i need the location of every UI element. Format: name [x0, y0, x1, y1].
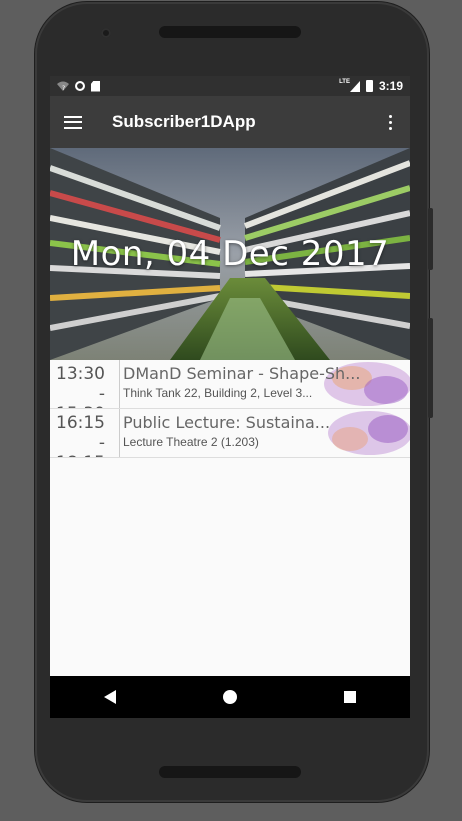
- home-icon[interactable]: [222, 690, 237, 704]
- screen: ? LTE 3:19 Subscriber1DApp Mon, 04 Dec 2…: [50, 76, 410, 718]
- svg-text:?: ?: [62, 85, 65, 91]
- event-title: DManD Seminar - Shape-Sh...: [123, 364, 361, 383]
- event-end-time: - 15:30: [56, 384, 105, 408]
- nav-bar: [50, 676, 410, 718]
- power-button: [428, 208, 433, 270]
- event-end-time: - 18:15: [56, 433, 105, 457]
- status-time: 3:19: [378, 79, 403, 93]
- event-start-time: 13:30: [56, 364, 105, 384]
- event-info: DManD Seminar - Shape-Sh... Think Tank 2…: [120, 360, 410, 408]
- event-time: 13:30 - 15:30: [50, 360, 120, 408]
- volume-button: [428, 318, 433, 418]
- hamburger-menu-icon[interactable]: [64, 115, 82, 129]
- overflow-menu-icon[interactable]: [384, 114, 396, 130]
- bottom-speaker: [159, 766, 301, 778]
- event-row[interactable]: 13:30 - 15:30 DManD Seminar - Shape-Sh..…: [50, 360, 410, 409]
- back-icon[interactable]: [103, 690, 116, 704]
- front-camera: [101, 28, 111, 38]
- event-time: 16:15 - 18:15: [50, 409, 120, 457]
- event-title: Public Lecture: Sustaina...: [123, 413, 331, 432]
- event-location: Think Tank 22, Building 2, Level 3...: [123, 386, 313, 400]
- event-location: Lecture Theatre 2 (1.203): [123, 435, 259, 449]
- recents-icon[interactable]: [344, 691, 357, 703]
- event-start-time: 16:15: [56, 413, 105, 433]
- signal-icon: [349, 80, 360, 92]
- battery-icon: [365, 80, 373, 92]
- notification-dot-icon: [75, 81, 85, 91]
- selected-date[interactable]: Mon, 04 Dec 2017: [50, 234, 410, 274]
- network-type: LTE: [339, 79, 350, 85]
- wifi-unknown-icon: ?: [57, 81, 69, 91]
- header-image: Mon, 04 Dec 2017: [50, 148, 410, 360]
- sd-card-icon: [91, 80, 100, 92]
- earpiece-speaker: [159, 26, 301, 38]
- status-bar: ? LTE 3:19: [50, 76, 410, 96]
- app-bar: Subscriber1DApp: [50, 96, 410, 148]
- app-title: Subscriber1DApp: [112, 112, 256, 131]
- event-row[interactable]: 16:15 - 18:15 Public Lecture: Sustaina..…: [50, 409, 410, 458]
- event-info: Public Lecture: Sustaina... Lecture Thea…: [120, 409, 410, 457]
